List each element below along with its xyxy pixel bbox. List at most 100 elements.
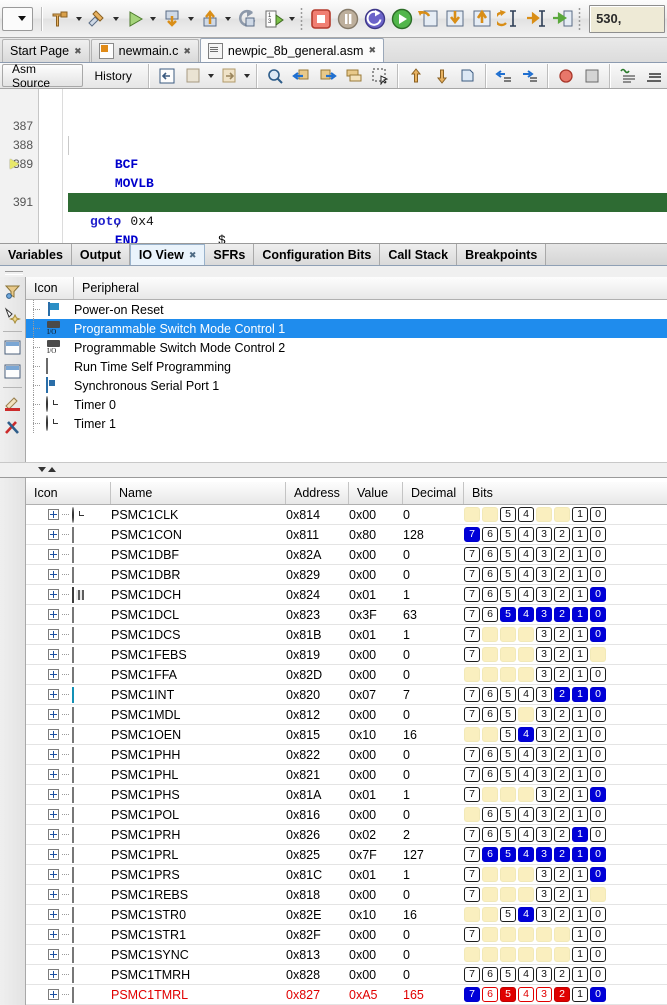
halt-button[interactable] — [308, 5, 335, 33]
register-row[interactable]: PSMC1DCS0x81B0x01176543210 — [26, 625, 667, 645]
bit-cell-7[interactable]: 7 — [464, 727, 480, 742]
code-editor[interactable]: 386 MOVLB 0x1 387 BCF TRISC , 0x4 388 MO… — [0, 89, 667, 244]
bit-cell-5[interactable]: 5 — [500, 747, 516, 762]
bit-cell-5[interactable]: 5 — [500, 567, 516, 582]
bit-cell-7[interactable]: 7 — [464, 547, 480, 562]
tab-variables[interactable]: Variables — [0, 244, 72, 265]
bit-cell-2[interactable]: 2 — [554, 927, 570, 942]
bit-cell-1[interactable]: 1 — [572, 547, 588, 562]
bit-cell-4[interactable]: 4 — [518, 807, 534, 822]
bit-cell-5[interactable]: 5 — [500, 727, 516, 742]
bit-cell-5[interactable]: 5 — [500, 807, 516, 822]
bit-cell-2[interactable]: 2 — [554, 687, 570, 702]
column-header-bits[interactable]: Bits — [464, 482, 667, 504]
shift-left-icon[interactable] — [491, 62, 517, 90]
bit-cell-0[interactable]: 0 — [590, 567, 606, 582]
bit-cell-2[interactable]: 2 — [554, 827, 570, 842]
bit-cell-3[interactable]: 3 — [536, 647, 552, 662]
bit-cell-6[interactable]: 6 — [482, 547, 498, 562]
bit-cell-2[interactable]: 2 — [554, 547, 570, 562]
bit-cell-0[interactable]: 0 — [590, 927, 606, 942]
expand-icon[interactable] — [48, 929, 59, 940]
debug-project-button[interactable] — [159, 5, 186, 33]
bit-cell-3[interactable]: 3 — [536, 847, 552, 862]
bit-cell-5[interactable]: 5 — [500, 527, 516, 542]
bit-cell-7[interactable]: 7 — [464, 887, 480, 902]
build-project-button[interactable] — [47, 5, 74, 33]
column-header-address[interactable]: Address — [286, 482, 349, 504]
register-row[interactable]: PSMC1MDL0x8120x00076543210 — [26, 705, 667, 725]
splitter-grip[interactable] — [0, 462, 667, 477]
bit-cell-7[interactable]: 7 — [464, 967, 480, 982]
build-dropdown-arrow[interactable] — [73, 6, 84, 32]
bit-cell-4[interactable]: 4 — [518, 507, 534, 522]
column-header-icon[interactable]: Icon — [26, 277, 74, 299]
bit-cell-7[interactable]: 7 — [464, 507, 480, 522]
clean-build-dropdown-arrow[interactable] — [111, 6, 122, 32]
register-table[interactable]: Icon Name Address Value Decimal Bits PSM… — [25, 482, 667, 1005]
tab-configuration-bits[interactable]: Configuration Bits — [254, 244, 381, 265]
bit-cell-3[interactable]: 3 — [536, 607, 552, 622]
bit-cell-3[interactable]: 3 — [536, 787, 552, 802]
bit-cell-5[interactable]: 5 — [500, 507, 516, 522]
bit-cell-5[interactable]: 5 — [500, 867, 516, 882]
expand-icon[interactable] — [48, 629, 59, 640]
bit-cell-3[interactable]: 3 — [536, 727, 552, 742]
bit-cell-0[interactable]: 0 — [590, 667, 606, 682]
bit-cell-4[interactable]: 4 — [518, 567, 534, 582]
bit-cell-3[interactable]: 3 — [536, 507, 552, 522]
bit-cell-2[interactable]: 2 — [554, 567, 570, 582]
expand-icon[interactable] — [48, 849, 59, 860]
bit-cell-2[interactable]: 2 — [554, 987, 570, 1002]
register-row[interactable]: PSMC1STR10x82F0x00076543210 — [26, 925, 667, 945]
expand-icon[interactable] — [48, 869, 59, 880]
bit-cell-7[interactable]: 7 — [464, 767, 480, 782]
expand-icon[interactable] — [48, 689, 59, 700]
bit-cell-2[interactable]: 2 — [554, 967, 570, 982]
bit-cell-2[interactable]: 2 — [554, 607, 570, 622]
expand-icon[interactable] — [48, 609, 59, 620]
bit-cell-6[interactable]: 6 — [482, 507, 498, 522]
register-row[interactable]: PSMC1DCL 0x823 0x3F 63 7 6 5 4 3 2 1 0 — [26, 605, 667, 625]
bit-cell-2[interactable]: 2 — [554, 527, 570, 542]
register-row[interactable]: PSMC1PRL 0x825 0x7F 127 7 6 5 4 3 2 1 0 — [26, 845, 667, 865]
find-selection-icon[interactable] — [262, 62, 288, 90]
column-header-decimal[interactable]: Decimal — [403, 482, 464, 504]
bit-cell-6[interactable]: 6 — [482, 627, 498, 642]
step-out-button[interactable] — [469, 5, 496, 33]
register-row[interactable]: PSMC1STR00x82E0x101676543210 — [26, 905, 667, 925]
register-row[interactable]: PSMC1PHS0x81A0x01176543210 — [26, 785, 667, 805]
pause-button[interactable] — [334, 5, 361, 33]
bit-cell-0[interactable]: 0 — [590, 847, 606, 862]
bit-cell-1[interactable]: 1 — [572, 947, 588, 962]
expand-icon[interactable] — [48, 509, 59, 520]
bit-cell-5[interactable]: 5 — [500, 767, 516, 782]
forward-dropdown-arrow[interactable] — [242, 63, 252, 89]
bit-cell-2[interactable]: 2 — [554, 667, 570, 682]
bit-cell-7[interactable]: 7 — [464, 827, 480, 842]
bit-cell-2[interactable]: 2 — [554, 747, 570, 762]
step-into-button[interactable] — [442, 5, 469, 33]
debug-dropdown-arrow[interactable] — [186, 6, 197, 32]
register-row[interactable]: PSMC1FEBS0x8190x00076543210 — [26, 645, 667, 665]
bit-cell-5[interactable]: 5 — [500, 787, 516, 802]
register-row[interactable]: PSMC1PRH 0x826 0x02 2 7 6 5 4 3 2 1 0 — [26, 825, 667, 845]
bit-cell-3[interactable]: 3 — [536, 527, 552, 542]
expand-icon[interactable] — [48, 769, 59, 780]
bit-cell-6[interactable]: 6 — [482, 967, 498, 982]
reset-button[interactable] — [361, 5, 388, 33]
bit-cell-5[interactable]: 5 — [500, 847, 516, 862]
previous-bookmark-icon[interactable] — [288, 62, 314, 90]
register-row[interactable]: PSMC1SYNC0x8130x00076543210 — [26, 945, 667, 965]
register-row[interactable]: PSMC1DBR 0x829 0x00 0 7 6 5 4 3 2 1 0 — [26, 565, 667, 585]
collapse-up-icon[interactable] — [48, 467, 56, 472]
comment-icon[interactable] — [615, 62, 641, 90]
tab-io-view[interactable]: IO View ✖ — [129, 244, 206, 265]
tab-call-stack[interactable]: Call Stack — [380, 244, 458, 265]
bit-cell-3[interactable]: 3 — [536, 887, 552, 902]
peripheral-row-timer1[interactable]: Timer 1 — [26, 414, 667, 433]
bit-cell-1[interactable]: 1 — [572, 587, 588, 602]
bit-cell-6[interactable]: 6 — [482, 847, 498, 862]
bit-cell-0[interactable]: 0 — [590, 987, 606, 1002]
bit-cell-0[interactable]: 0 — [590, 827, 606, 842]
